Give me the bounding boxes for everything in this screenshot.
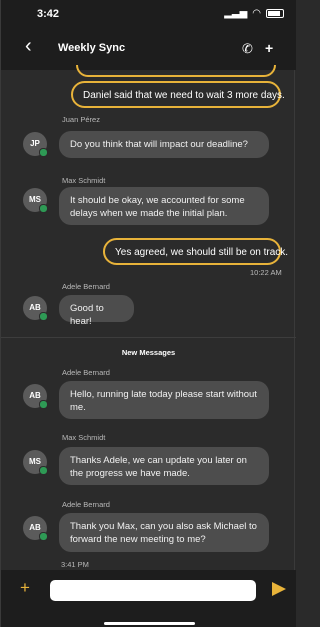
message-bubble: Thanks Adele, we can update you later on… [59, 447, 269, 485]
plus-icon[interactable]: + [20, 578, 30, 598]
previous-message-edge [76, 65, 276, 77]
online-status-icon [39, 532, 48, 541]
sender-name: Max Schmidt [62, 433, 106, 442]
sender-name: Adele Bernard [62, 282, 110, 291]
signal-icon: ▂▃▅ [224, 8, 248, 19]
sender-name: Max Schmidt [62, 176, 106, 185]
chat-screen: 3:42 ▂▃▅ ◠ ‹ Weekly Sync ✆ + Daniel said… [0, 0, 296, 627]
sender-name: Adele Bernard [62, 500, 110, 509]
avatar-initials: JP [30, 139, 40, 148]
message-bubble: Good to hear! [59, 295, 134, 327]
battery-icon [266, 9, 284, 18]
chat-header: ‹ Weekly Sync ✆ + [1, 26, 296, 70]
avatar[interactable]: AB [23, 296, 48, 321]
message-composer: + [1, 570, 296, 627]
avatar-initials: AB [29, 391, 41, 400]
sender-name: Adele Bernard [62, 368, 110, 377]
online-status-icon [39, 204, 48, 213]
avatar-initials: AB [29, 303, 41, 312]
wifi-icon: ◠ [252, 8, 261, 19]
home-indicator[interactable] [104, 622, 195, 625]
system-icons: ▂▃▅ ◠ [224, 8, 284, 19]
status-bar: 3:42 ▂▃▅ ◠ [1, 0, 296, 26]
avatar[interactable]: JP [23, 132, 48, 157]
online-status-icon [39, 312, 48, 321]
status-time: 3:42 [37, 8, 60, 20]
message-list[interactable]: Daniel said that we need to wait 3 more … [1, 65, 296, 570]
avatar[interactable]: MS [23, 450, 48, 475]
phone-icon[interactable]: ✆ [242, 41, 253, 57]
avatar-initials: MS [29, 195, 41, 204]
online-status-icon [39, 148, 48, 157]
message-input[interactable] [50, 580, 256, 601]
message-bubble: It should be okay, we accounted for some… [59, 187, 269, 225]
send-icon[interactable] [272, 582, 286, 596]
self-message: Yes agreed, we should still be on track. [103, 238, 288, 265]
sender-name: Juan Pérez [62, 115, 100, 124]
avatar-initials: AB [29, 523, 41, 532]
avatar[interactable]: MS [23, 188, 48, 213]
online-status-icon [39, 400, 48, 409]
new-messages-divider [1, 337, 296, 338]
message-bubble: Hello, running late today please start w… [59, 381, 269, 419]
message-bubble: Do you think that will impact our deadli… [59, 131, 269, 158]
chat-title: Weekly Sync [58, 42, 126, 54]
back-icon[interactable]: ‹ [25, 35, 32, 58]
new-messages-label: New Messages [121, 348, 176, 357]
message-timestamp: 10:22 AM [250, 268, 282, 277]
message-timestamp: 3:41 PM [61, 560, 89, 569]
online-status-icon [39, 466, 48, 475]
avatar[interactable]: AB [23, 516, 48, 541]
add-user-icon[interactable]: + [265, 40, 273, 56]
self-message: Daniel said that we need to wait 3 more … [71, 81, 285, 108]
avatar-initials: MS [29, 457, 41, 466]
avatar[interactable]: AB [23, 384, 48, 409]
message-bubble: Thank you Max, can you also ask Michael … [59, 513, 269, 552]
